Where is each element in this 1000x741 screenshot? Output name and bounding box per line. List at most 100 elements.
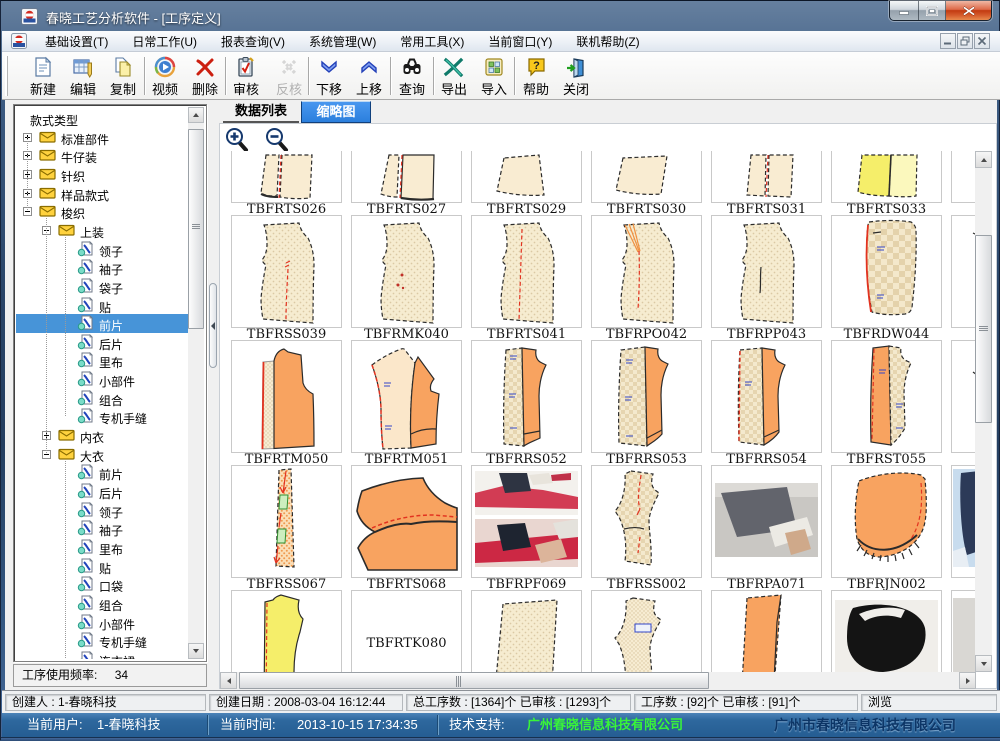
thumbnail-cell-TBFRTS026[interactable]: [231, 151, 342, 203]
tree-item-后片[interactable]: 后片: [16, 482, 188, 501]
thumbnail-cell-TBFRTS041[interactable]: [471, 215, 582, 328]
menu-item-6[interactable]: 联机帮助(Z): [564, 30, 651, 53]
menu-item-3[interactable]: 系统管理(W): [297, 30, 388, 53]
grid-scroll-right-button[interactable]: [959, 672, 976, 689]
zoom-out-button[interactable]: [264, 127, 290, 153]
grid-horizontal-scrollbar[interactable]: [220, 672, 976, 689]
thumbnail-cell-TBFRRS054[interactable]: [711, 340, 822, 453]
tree-item-组合[interactable]: 组合: [16, 389, 188, 408]
toolbar-button-10[interactable]: 导出: [434, 55, 474, 98]
tree-item-袖子[interactable]: 袖子: [16, 258, 188, 277]
toolbar-button-3[interactable]: 视频: [145, 55, 185, 98]
maximize-button[interactable]: [919, 1, 946, 20]
grid-vertical-scrollbar[interactable]: [975, 151, 992, 672]
thumbnail-cell[interactable]: [591, 590, 702, 672]
tree-item-贴[interactable]: 贴: [16, 296, 188, 315]
thumbnail-cell-TBFRTS068[interactable]: [351, 465, 462, 578]
toolbar-button-5[interactable]: 审核: [226, 55, 266, 98]
thumbnail-cell[interactable]: TBFRTK080: [351, 590, 462, 672]
thumbnail-cell[interactable]: [951, 151, 976, 203]
thumbnail-cell-T[interactable]: [951, 215, 976, 328]
thumbnail-cell-TBFRPF069[interactable]: [471, 465, 582, 578]
thumbnail-cell-TBFRTS033[interactable]: [831, 151, 942, 203]
splitter-handle[interactable]: [209, 283, 217, 368]
tree-item-连衣裙[interactable]: 连衣裙: [16, 650, 188, 659]
tree-item-组合[interactable]: 组合: [16, 594, 188, 613]
tree-item-专机手缝[interactable]: 专机手缝: [16, 631, 188, 650]
toolbar-button-6[interactable]: 反核: [269, 55, 309, 98]
thumbnail-cell-TBFRRS053[interactable]: [591, 340, 702, 453]
tree-item-里布[interactable]: 里布: [16, 351, 188, 370]
tree-item-小部件[interactable]: 小部件: [16, 370, 188, 389]
toolbar-button-9[interactable]: 查询: [392, 55, 432, 98]
grid-hscroll-thumb[interactable]: [239, 672, 709, 689]
thumbnail-cell-T[interactable]: [951, 465, 976, 578]
thumbnail-cell-TBFRMK040[interactable]: [351, 215, 462, 328]
tree-item-大衣-folder[interactable]: 大衣: [16, 445, 188, 464]
toolbar-button-11[interactable]: 导入: [474, 55, 514, 98]
thumbnail-cell[interactable]: [711, 590, 822, 672]
toolbar-button-1[interactable]: 编辑: [63, 55, 103, 98]
tree-scroll-up-button[interactable]: [188, 107, 204, 123]
thumbnail-cell-TBFRST055[interactable]: [831, 340, 942, 453]
thumbnail-cell-TBFRDW044[interactable]: [831, 215, 942, 328]
tree-item-标准部件-folder[interactable]: 标准部件: [16, 128, 188, 147]
tree-item-贴[interactable]: 贴: [16, 557, 188, 576]
thumbnail-cell-TBFRSS002[interactable]: [591, 465, 702, 578]
thumbnail-cell[interactable]: [951, 590, 976, 672]
tree-item-领子[interactable]: 领子: [16, 240, 188, 259]
tab-data-list[interactable]: 数据列表: [223, 101, 299, 123]
menu-item-5[interactable]: 当前窗口(Y): [476, 30, 564, 53]
mdi-minimize-button[interactable]: [940, 33, 956, 49]
thumbnail-cell-TBFRJN002[interactable]: [831, 465, 942, 578]
thumbnail-cell[interactable]: [471, 590, 582, 672]
tree-item-内衣-folder[interactable]: 内衣: [16, 426, 188, 445]
tree-item-牛仔装-folder[interactable]: 牛仔装: [16, 146, 188, 165]
tree-item-前片[interactable]: 前片: [16, 314, 188, 333]
title-bar[interactable]: 春晓工艺分析软件 - [工序定义]: [1, 1, 1000, 31]
mdi-close-button[interactable]: [974, 33, 990, 49]
thumbnail-cell-TBFRPP043[interactable]: [711, 215, 822, 328]
toolbar-button-2[interactable]: 复制: [103, 55, 143, 98]
tree-item-款式类型[interactable]: 款式类型: [16, 109, 188, 128]
thumbnail-cell-TBFRTS027[interactable]: [351, 151, 462, 203]
thumbnail-cell[interactable]: [231, 590, 342, 672]
tree-item-专机手缝[interactable]: 专机手缝: [16, 407, 188, 426]
tree-item-小部件[interactable]: 小部件: [16, 613, 188, 632]
tree-item-袖子[interactable]: 袖子: [16, 519, 188, 538]
thumbnail-cell-T[interactable]: [951, 340, 976, 453]
toolbar-grip[interactable]: [5, 56, 10, 96]
tree-scroll-thumb[interactable]: [188, 129, 204, 329]
tree-vertical-scrollbar[interactable]: [188, 107, 204, 659]
tree-item-梭织-folder[interactable]: 梭织: [16, 202, 188, 221]
thumbnail-cell-TBFRSS039[interactable]: [231, 215, 342, 328]
zoom-in-button[interactable]: [224, 127, 250, 153]
toolbar-button-12[interactable]: ?帮助: [516, 55, 556, 98]
close-button[interactable]: [946, 1, 991, 20]
toolbar-button-0[interactable]: 新建: [23, 55, 63, 98]
menu-item-1[interactable]: 日常工作(U): [120, 30, 209, 53]
tree-item-针织-folder[interactable]: 针织: [16, 165, 188, 184]
grid-scroll-down-button[interactable]: [975, 655, 992, 672]
toolbar-button-8[interactable]: 上移: [349, 55, 389, 98]
menu-item-0[interactable]: 基础设置(T): [33, 30, 120, 53]
toolbar-button-7[interactable]: 下移: [309, 55, 349, 98]
thumbnail-cell-TBFRTS029[interactable]: [471, 151, 582, 203]
grid-scroll-up-button[interactable]: [975, 151, 992, 168]
tree-item-前片[interactable]: 前片: [16, 463, 188, 482]
tree-item-里布[interactable]: 里布: [16, 538, 188, 557]
thumbnail-cell[interactable]: [831, 590, 942, 672]
thumbnail-cell-TBFRTS031[interactable]: [711, 151, 822, 203]
tree-item-后片[interactable]: 后片: [16, 333, 188, 352]
tab-thumbnails[interactable]: 缩略图: [301, 101, 371, 123]
thumbnail-cell-TBFRTM051[interactable]: [351, 340, 462, 453]
grid-scroll-left-button[interactable]: [220, 672, 237, 689]
grid-vscroll-thumb[interactable]: [975, 235, 992, 423]
thumbnail-cell-TBFRTS030[interactable]: [591, 151, 702, 203]
panel-splitter[interactable]: [207, 100, 219, 690]
thumbnail-cell-TBFRPA071[interactable]: [711, 465, 822, 578]
menu-item-2[interactable]: 报表查询(V): [209, 30, 297, 53]
thumbnail-cell-TBFRSS067[interactable]: [231, 465, 342, 578]
thumbnail-cell-TBFRPO042[interactable]: [591, 215, 702, 328]
thumbnail-cell-TBFRTM050[interactable]: [231, 340, 342, 453]
